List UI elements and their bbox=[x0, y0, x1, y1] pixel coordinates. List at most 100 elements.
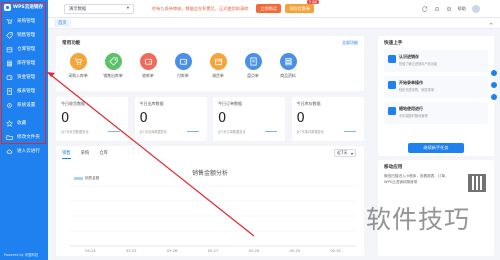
chevron-down-icon[interactable]: ▾ bbox=[490, 21, 492, 26]
sidebar-item-label: 报表管理 bbox=[17, 89, 36, 94]
account-select-value: 演示数据 bbox=[69, 6, 87, 12]
function-label: 收款单 bbox=[142, 73, 154, 78]
stack-icon bbox=[279, 53, 297, 70]
wallet-icon bbox=[139, 53, 157, 70]
stat-delta: 近7天收货数据变化 bbox=[61, 130, 89, 134]
function-label: 销售出库单 bbox=[103, 73, 123, 78]
stat-card[interactable]: 今日收货数据 0 近7天收货数据变化 bbox=[56, 97, 128, 141]
stat-delta: 近7天出库数据变化 bbox=[139, 130, 168, 134]
chart-x-tick-label: 05-29 bbox=[289, 249, 300, 253]
function-shortcut[interactable]: 采购入库单 bbox=[62, 53, 94, 79]
sidebar-extra-item[interactable]: 收藏 bbox=[0, 116, 48, 130]
phone-icon[interactable] bbox=[491, 82, 497, 88]
quickstart-item-title: 开始录单操作 bbox=[399, 80, 423, 85]
chart-x-tick-label: 05-27 bbox=[208, 249, 218, 253]
quickstart-item[interactable]: 认识进销存 快速了解云进销存产品功能 bbox=[384, 50, 488, 72]
function-shortcut[interactable]: 付款单 bbox=[167, 53, 199, 79]
quickstart-item[interactable]: 开始录单操作 轻松完成采购、销售录单 bbox=[384, 76, 488, 98]
sidebar-item[interactable]: 库存管理 bbox=[0, 56, 48, 70]
box-icon bbox=[209, 53, 227, 70]
book-icon bbox=[388, 55, 396, 63]
account-select[interactable]: 演示数据 ▾ bbox=[64, 3, 134, 14]
sidebar-item-label: 资金管理 bbox=[17, 75, 36, 80]
common-functions-card: 常用功能 全部功能 采购入库单 销售出库单 收款单 付款单 调货单 盘点单 商品资料 bbox=[56, 36, 364, 91]
wallet-icon bbox=[6, 74, 13, 81]
powered-by: Powered by 讯盟科技 bbox=[4, 253, 39, 257]
refresh-icon[interactable] bbox=[421, 5, 428, 12]
chat-icon[interactable] bbox=[491, 70, 497, 76]
sidebar-item-label: 采购管理 bbox=[17, 19, 36, 24]
tag-icon bbox=[6, 31, 13, 39]
stat-title: 今日收货数据 bbox=[61, 101, 85, 106]
sidebar-item[interactable]: 报表管理 bbox=[0, 84, 48, 98]
stat-title: 今日订单数据 bbox=[218, 101, 242, 106]
chart-x-tick-label: 05-28 bbox=[249, 249, 260, 253]
sidebar-item[interactable]: 采购管理 bbox=[0, 14, 48, 28]
stat-delta: 近7天库存数据变化 bbox=[296, 130, 325, 134]
sidebar-menu: 采购管理销售管理 仓库管理库存管理资金管理报表管理系统设置收藏修改文件夹进入云进行 bbox=[0, 14, 48, 158]
function-shortcut[interactable]: 商品资料 bbox=[272, 53, 304, 79]
function-shortcut[interactable]: 收款单 bbox=[132, 53, 164, 79]
sidebar-item[interactable]: 仓库管理 bbox=[0, 42, 48, 56]
floating-toolbar bbox=[490, 70, 498, 140]
all-functions-link[interactable]: 全部功能 bbox=[342, 40, 358, 46]
stat-title: 今日库存数据 bbox=[296, 101, 321, 106]
qr-code-icon bbox=[468, 174, 486, 192]
coupon-button[interactable]: 领取优惠券 可领取 bbox=[285, 0, 320, 13]
continue-tasks-button[interactable]: 继续新手任务 bbox=[408, 143, 464, 153]
sidebar-item[interactable]: 资金管理 bbox=[0, 70, 48, 84]
phone-icon bbox=[388, 107, 396, 115]
sales-analysis-card: 销售 采购 仓库 近7天 ▾ 销售金额分析 销售金额 05-24 05-25 05-… bbox=[56, 146, 364, 256]
stat-card[interactable]: 今日订单数据 0 近7天订单数据变化 bbox=[213, 97, 285, 141]
function-label: 采购入库单 bbox=[68, 73, 88, 78]
app-name: WPS云进销存 bbox=[13, 5, 44, 10]
document-icon bbox=[388, 81, 396, 89]
app-logo[interactable]: WPS云进销存 bbox=[0, 0, 48, 14]
stat-delta: 近7天订单数据变化 bbox=[218, 130, 246, 134]
tab-home[interactable]: 首页 bbox=[54, 19, 71, 27]
quickstart-item-sub: 快速了解云进销存产品功能 bbox=[399, 62, 438, 66]
mobile-app-title: 移动应用 bbox=[384, 165, 403, 170]
function-shortcut[interactable]: 盘点单 bbox=[237, 53, 269, 79]
sidebar-extra-item[interactable]: 修改文件夹 bbox=[0, 130, 48, 144]
stat-card[interactable]: 今日库存数据 0 近7天库存数据变化 bbox=[291, 97, 364, 141]
avatar[interactable] bbox=[472, 4, 480, 13]
gear-icon bbox=[6, 102, 13, 109]
quickstart-item[interactable]: 随地使用进行 手机端随时随地管理 bbox=[384, 102, 488, 124]
buy-now-button[interactable]: 立即购买 bbox=[256, 4, 282, 13]
watermark: 软件技巧 bbox=[366, 205, 471, 234]
logo-icon bbox=[4, 3, 11, 11]
stat-card[interactable]: 今日出库数据 0 近7天出库数据变化 bbox=[134, 97, 207, 141]
top-icon[interactable] bbox=[491, 94, 497, 100]
quickstart-item-title: 随地使用进行 bbox=[399, 106, 423, 111]
help-link[interactable]: 帮助 bbox=[458, 6, 466, 12]
sidebar-item-label: 库存管理 bbox=[17, 61, 36, 66]
chart-x-tick-label: 05-24 bbox=[85, 249, 96, 253]
sales-chart: 05-24 05-25 05-26 05-27 05-28 05-29 05-30 bbox=[70, 185, 356, 253]
sidebar-item-label: 修改文件夹 bbox=[17, 135, 40, 140]
folder-icon bbox=[6, 134, 13, 141]
tab-bar: 首页 ▾ bbox=[48, 18, 500, 29]
coupon-button-label: 领取优惠券 bbox=[289, 5, 311, 11]
sidebar-item-label: 收藏 bbox=[17, 121, 27, 126]
chart-x-tick-label: 05-25 bbox=[126, 249, 136, 253]
stat-trend-line bbox=[265, 131, 277, 133]
report-icon bbox=[6, 87, 13, 95]
tag-icon bbox=[104, 53, 122, 70]
settings-icon[interactable] bbox=[446, 6, 452, 12]
box-icon bbox=[6, 46, 13, 53]
stat-value: 0 bbox=[218, 111, 227, 126]
coupon-badge: 可领取 bbox=[307, 0, 320, 4]
sidebar-item[interactable]: 系统设置 bbox=[0, 98, 48, 112]
sidebar-extra-item[interactable]: 进入云进行 bbox=[0, 144, 48, 158]
stat-value: 0 bbox=[139, 111, 148, 126]
quickstart-item-sub: 手机端随时随地管理 bbox=[399, 114, 428, 118]
stat-trend-line bbox=[108, 131, 120, 133]
stat-title: 今日出库数据 bbox=[139, 101, 164, 106]
function-shortcut[interactable]: 调货单 bbox=[202, 53, 234, 79]
cart-icon bbox=[69, 53, 87, 70]
bell-icon[interactable] bbox=[434, 6, 440, 12]
sidebar-item[interactable]: 销售管理 bbox=[0, 28, 48, 42]
function-shortcut[interactable]: 销售出库单 bbox=[97, 53, 129, 79]
mobile-app-text: 微信扫描进入小程序，查看报表、订单，WPS云进销存随身带 bbox=[384, 174, 449, 184]
